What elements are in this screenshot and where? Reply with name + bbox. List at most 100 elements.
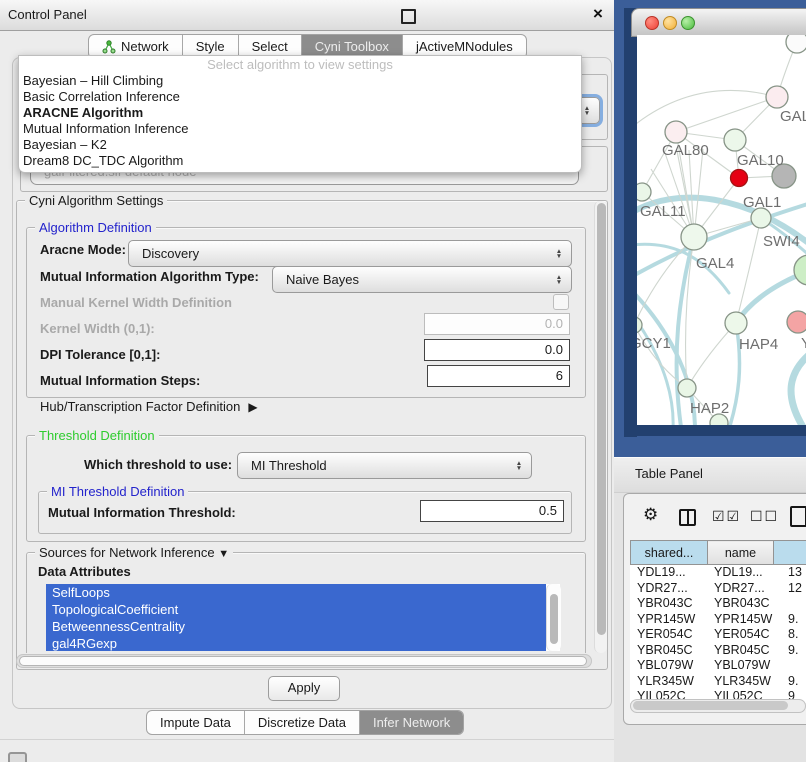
- window-shadow-bottom: [624, 425, 806, 436]
- node-label: GAL11: [640, 203, 686, 220]
- table-row[interactable]: YDR27... YDR27... 12: [631, 581, 806, 597]
- node-y-partial[interactable]: [787, 311, 806, 333]
- node-gcy1[interactable]: [637, 317, 642, 333]
- algorithm-option[interactable]: ARACNE Algorithm: [19, 105, 581, 121]
- gear-icon[interactable]: ⚙: [643, 505, 658, 525]
- node-gal10[interactable]: [724, 129, 746, 151]
- settings-vertical-scrollbar[interactable]: [594, 201, 607, 653]
- node-label: GAL: [780, 108, 806, 125]
- table-horizontal-scrollbar[interactable]: [630, 699, 806, 713]
- spinner-icon: ▲▼: [551, 275, 567, 285]
- table-row[interactable]: YBL079W YBL079W: [631, 658, 806, 674]
- table-clip: shared... name A YDL19... YDL19... 13 YD…: [630, 540, 806, 703]
- mi-type-select[interactable]: Naive Bayes ▲▼: [272, 266, 572, 293]
- algorithm-dropdown-list: Bayesian – Hill ClimbingBasic Correlatio…: [19, 73, 581, 169]
- spinner-icon: ▲▼: [551, 249, 567, 259]
- table-row[interactable]: YBR043C YBR043C: [631, 596, 806, 612]
- node-label: HAP2: [690, 400, 729, 417]
- network-window-titlebar[interactable]: [631, 8, 806, 37]
- manual-kernel-checkbox[interactable]: [553, 294, 569, 310]
- settings-horizontal-scrollbar[interactable]: [16, 654, 592, 668]
- algorithm-option[interactable]: Bayesian – Hill Climbing: [19, 73, 581, 89]
- node-label: GCY1: [637, 335, 671, 352]
- minimized-window-icon[interactable]: [8, 752, 27, 762]
- kernel-width-label: Kernel Width (0,1):: [40, 321, 155, 336]
- table-row[interactable]: YLR345W YLR345W 9.: [631, 674, 806, 690]
- attributes-scrollbar[interactable]: [546, 584, 561, 651]
- node-gal-partial[interactable]: [766, 86, 788, 108]
- attribute-item[interactable]: gal4RGexp: [46, 635, 546, 651]
- table-body: YDL19... YDL19... 13 YDR27... YDR27... 1…: [631, 565, 806, 704]
- mi-threshold-input[interactable]: 0.5: [420, 500, 564, 522]
- table-panel-title: Table Panel: [635, 466, 703, 481]
- which-threshold-select[interactable]: MI Threshold ▲▼: [237, 452, 532, 479]
- tab-discretize-data[interactable]: Discretize Data: [244, 711, 359, 734]
- control-panel-title: Control Panel: [8, 7, 87, 22]
- node-right-green[interactable]: [794, 255, 806, 285]
- threshold-definition-title: Threshold Definition: [35, 428, 159, 443]
- node-table: shared... name A YDL19... YDL19... 13 YD…: [630, 540, 806, 703]
- attribute-item[interactable]: SelfLoops: [46, 584, 546, 601]
- node-label: Y: [801, 335, 806, 352]
- which-threshold-label: Which threshold to use:: [84, 457, 232, 472]
- unchecked-pair-icon[interactable]: ☐☐: [750, 508, 779, 525]
- column-header-partial[interactable]: A: [774, 541, 806, 565]
- table-row[interactable]: YBR045C YBR045C 9.: [631, 643, 806, 659]
- node-top-partial[interactable]: [786, 35, 806, 53]
- network-icon: [102, 40, 116, 54]
- close-icon[interactable]: ×: [593, 4, 603, 24]
- node-label: HAP4: [739, 336, 778, 353]
- hub-section-toggle[interactable]: Hub/Transcription Factor Definition▶: [40, 399, 258, 414]
- aracne-mode-select[interactable]: Discovery ▲▼: [128, 240, 572, 267]
- node-gal80[interactable]: [665, 121, 687, 143]
- node-label: GAL10: [737, 152, 784, 169]
- node-gal4[interactable]: [681, 224, 707, 250]
- zoom-traffic-light[interactable]: [681, 16, 695, 30]
- algorithm-option[interactable]: Basic Correlation Inference: [19, 89, 581, 105]
- checked-pair-icon[interactable]: ☑☑: [712, 508, 741, 525]
- tab-infer-network[interactable]: Infer Network: [359, 711, 463, 734]
- algorithm-dropdown-popup: Select algorithm to view settings Bayesi…: [18, 55, 582, 173]
- tab-impute-data[interactable]: Impute Data: [147, 711, 244, 734]
- dpi-tolerance-label: DPI Tolerance [0,1]:: [40, 347, 160, 362]
- algorithm-option[interactable]: Dream8 DC_TDC Algorithm: [19, 153, 581, 169]
- node-swi4[interactable]: [751, 208, 771, 228]
- panel-bottom-edge: [0, 739, 614, 740]
- minimize-traffic-light[interactable]: [663, 16, 677, 30]
- network-view-canvas[interactable]: GAL GAL80 GAL10 GAL1 GAL11 SWI4 GAL4 GCY…: [637, 35, 806, 425]
- manual-kernel-label: Manual Kernel Width Definition: [40, 295, 232, 310]
- aracne-mode-label: Aracne Mode:: [40, 242, 126, 257]
- attribute-item[interactable]: BetweennessCentrality: [46, 618, 546, 635]
- float-icon[interactable]: [401, 9, 416, 24]
- expand-arrow-icon: ▶: [248, 400, 257, 414]
- algorithm-option[interactable]: Bayesian – K2: [19, 137, 581, 153]
- dpi-tolerance-input[interactable]: 0.0: [424, 339, 570, 361]
- node-label: GAL80: [662, 142, 709, 159]
- node-hap2[interactable]: [678, 379, 696, 397]
- spinner-icon: ▲▼: [511, 461, 527, 471]
- kernel-width-input[interactable]: 0.0: [424, 313, 570, 335]
- table-row[interactable]: YER054C YER054C 8.: [631, 627, 806, 643]
- columns-icon[interactable]: [679, 509, 696, 526]
- close-traffic-light[interactable]: [645, 16, 659, 30]
- window-shadow-left: [624, 8, 637, 437]
- network-graph: GAL GAL80 GAL10 GAL1 GAL11 SWI4 GAL4 GCY…: [637, 35, 806, 425]
- document-icon[interactable]: [790, 506, 806, 527]
- node-gal1[interactable]: [731, 170, 748, 187]
- node-gal11[interactable]: [637, 183, 651, 201]
- column-header-shared[interactable]: shared...: [631, 541, 708, 565]
- sources-group-title: Sources for Network Inference ▼: [35, 545, 233, 560]
- table-row[interactable]: YDL19... YDL19... 13: [631, 565, 806, 581]
- tab-network-label: Network: [121, 39, 169, 54]
- column-header-name[interactable]: name: [708, 541, 774, 565]
- mi-threshold-group-title: MI Threshold Definition: [47, 484, 188, 499]
- mi-steps-input[interactable]: 6: [427, 365, 570, 387]
- data-attributes-list: SelfLoopsTopologicalCoefficientBetweenne…: [46, 584, 560, 651]
- table-row[interactable]: YPR145W YPR145W 9.: [631, 612, 806, 628]
- algorithm-option[interactable]: Mutual Information Inference: [19, 121, 581, 137]
- attribute-item[interactable]: TopologicalCoefficient: [46, 601, 546, 618]
- settings-group-title: Cyni Algorithm Settings: [25, 193, 167, 208]
- node-label: SWI4: [763, 233, 800, 250]
- apply-button[interactable]: Apply: [268, 676, 340, 701]
- node-hap4[interactable]: [725, 312, 747, 334]
